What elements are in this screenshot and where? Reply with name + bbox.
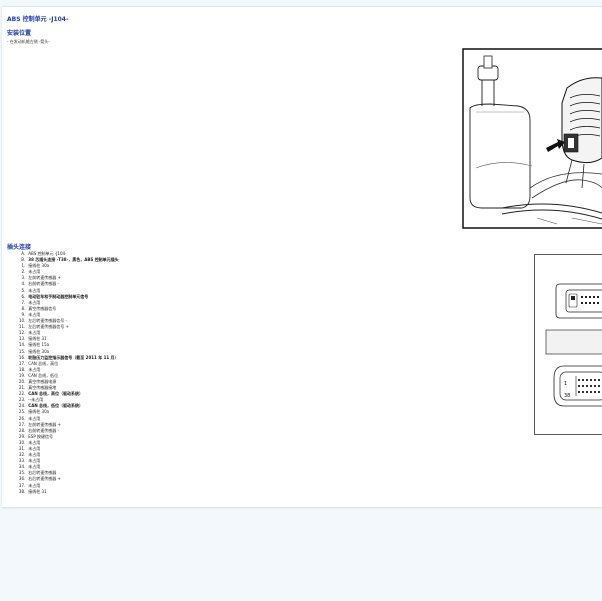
- list-item: 16. 轮胎压力监控指示器信号（截至 2011 年 11 月）: [18, 354, 119, 360]
- connector-drawing: 1 38: [534, 254, 602, 435]
- page-title: ABS 控制单元 -J104-: [7, 16, 69, 23]
- connector-heading: 插头连接: [7, 244, 32, 251]
- install-location-heading: 安装位置: [7, 30, 32, 37]
- pin-label-38: 38: [564, 393, 570, 399]
- install-location-note: - 在发动机舱左侧 -箭头-: [7, 39, 50, 44]
- installation-figure: [462, 48, 602, 229]
- connector-figure: 1 38: [534, 254, 602, 435]
- pin-label-1: 1: [564, 381, 567, 387]
- pin-list: A. ABS 控制单元 -J104- B. 38 芯插头连接 -T38-，黑色，AB…: [10, 251, 119, 495]
- document-page: ABS 控制单元 -J104- 安装位置 - 在发动机舱左侧 -箭头- 插头连接…: [2, 6, 602, 507]
- engine-bay-drawing: [462, 48, 602, 229]
- list-item: 38. 接线柱 31: [18, 488, 47, 494]
